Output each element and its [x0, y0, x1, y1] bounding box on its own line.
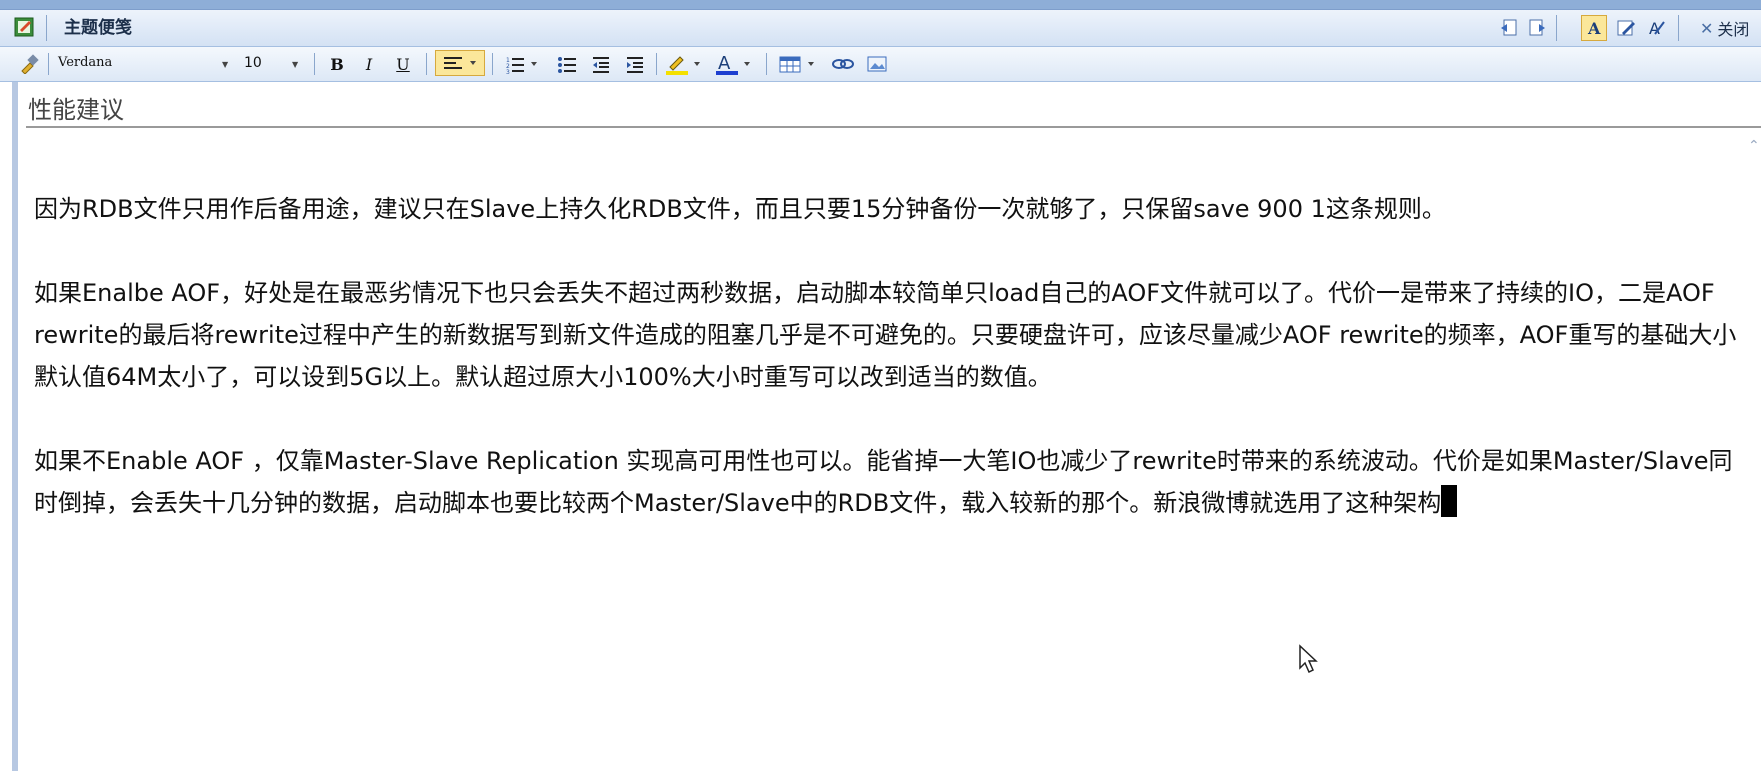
separator	[1556, 15, 1557, 41]
scroll-up-icon[interactable]: ⌃	[1748, 138, 1760, 154]
text-caret	[1441, 485, 1458, 517]
align-left-button[interactable]	[435, 50, 485, 76]
window-title: 主题便笺	[64, 18, 132, 38]
paragraph: 如果Enalbe AOF，好处是在最恶劣情况下也只会丢失不超过两秒数据，启动脚本…	[34, 279, 1737, 391]
font-family-select[interactable]: Verdana	[58, 51, 236, 75]
close-icon: ✕	[1700, 18, 1714, 38]
decrease-indent-button[interactable]	[588, 51, 614, 77]
subject-field[interactable]	[26, 88, 1761, 128]
previous-note-button[interactable]	[1496, 15, 1522, 41]
link-icon[interactable]	[830, 51, 856, 77]
format-toolbar: Verdana ▼ 10 ▼ B I U 123 A	[0, 47, 1761, 82]
svg-text:A: A	[718, 53, 731, 74]
paragraph-text: 如果不Enable AOF ，仅靠Master-Slave Replicatio…	[34, 447, 1733, 517]
insert-table-button[interactable]	[778, 51, 822, 77]
separator	[48, 53, 49, 75]
next-note-button[interactable]	[1524, 15, 1550, 41]
mouse-pointer-icon	[1299, 644, 1318, 674]
bold-button[interactable]: B	[324, 51, 350, 77]
chevron-down-icon[interactable]: ▼	[292, 60, 298, 69]
note-body[interactable]: 因为RDB文件只用作后备用途，建议只在Slave上持久化RDB文件，而且只要15…	[34, 188, 1749, 566]
close-button[interactable]: ✕ 关闭	[1700, 16, 1749, 40]
chevron-down-icon[interactable]: ▼	[222, 60, 228, 69]
style-button[interactable]: A	[1643, 15, 1669, 41]
window-top-strip	[0, 0, 1761, 10]
note-editor[interactable]: ⌃ 因为RDB文件只用作后备用途，建议只在Slave上持久化RDB文件，而且只要…	[12, 82, 1761, 771]
paragraph: 因为RDB文件只用作后备用途，建议只在Slave上持久化RDB文件，而且只要15…	[34, 195, 1446, 223]
font-color-button[interactable]: A	[714, 51, 756, 77]
separator	[766, 53, 767, 75]
underline-button[interactable]: U	[390, 51, 416, 77]
increase-indent-button[interactable]	[622, 51, 648, 77]
bullet-list-button[interactable]	[554, 51, 580, 77]
format-painter-button[interactable]	[16, 51, 42, 77]
svg-text:3: 3	[506, 69, 510, 74]
separator	[426, 53, 427, 75]
insert-image-button[interactable]	[864, 51, 890, 77]
edit-note-button[interactable]	[1613, 15, 1639, 41]
note-app-icon[interactable]	[14, 16, 36, 38]
highlight-color-button[interactable]	[664, 51, 706, 77]
numbered-list-button[interactable]: 123	[504, 51, 544, 77]
italic-button[interactable]: I	[356, 51, 382, 77]
separator	[492, 53, 493, 75]
separator	[1678, 15, 1679, 41]
paragraph: 如果不Enable AOF ，仅靠Master-Slave Replicatio…	[34, 440, 1749, 524]
title-bar: 主题便笺 A A ✕ 关闭	[0, 10, 1761, 47]
separator	[314, 53, 315, 75]
separator	[656, 53, 657, 75]
text-format-button[interactable]: A	[1581, 15, 1607, 41]
svg-text:A: A	[1587, 19, 1601, 37]
separator	[46, 15, 47, 41]
close-label: 关闭	[1717, 20, 1750, 39]
